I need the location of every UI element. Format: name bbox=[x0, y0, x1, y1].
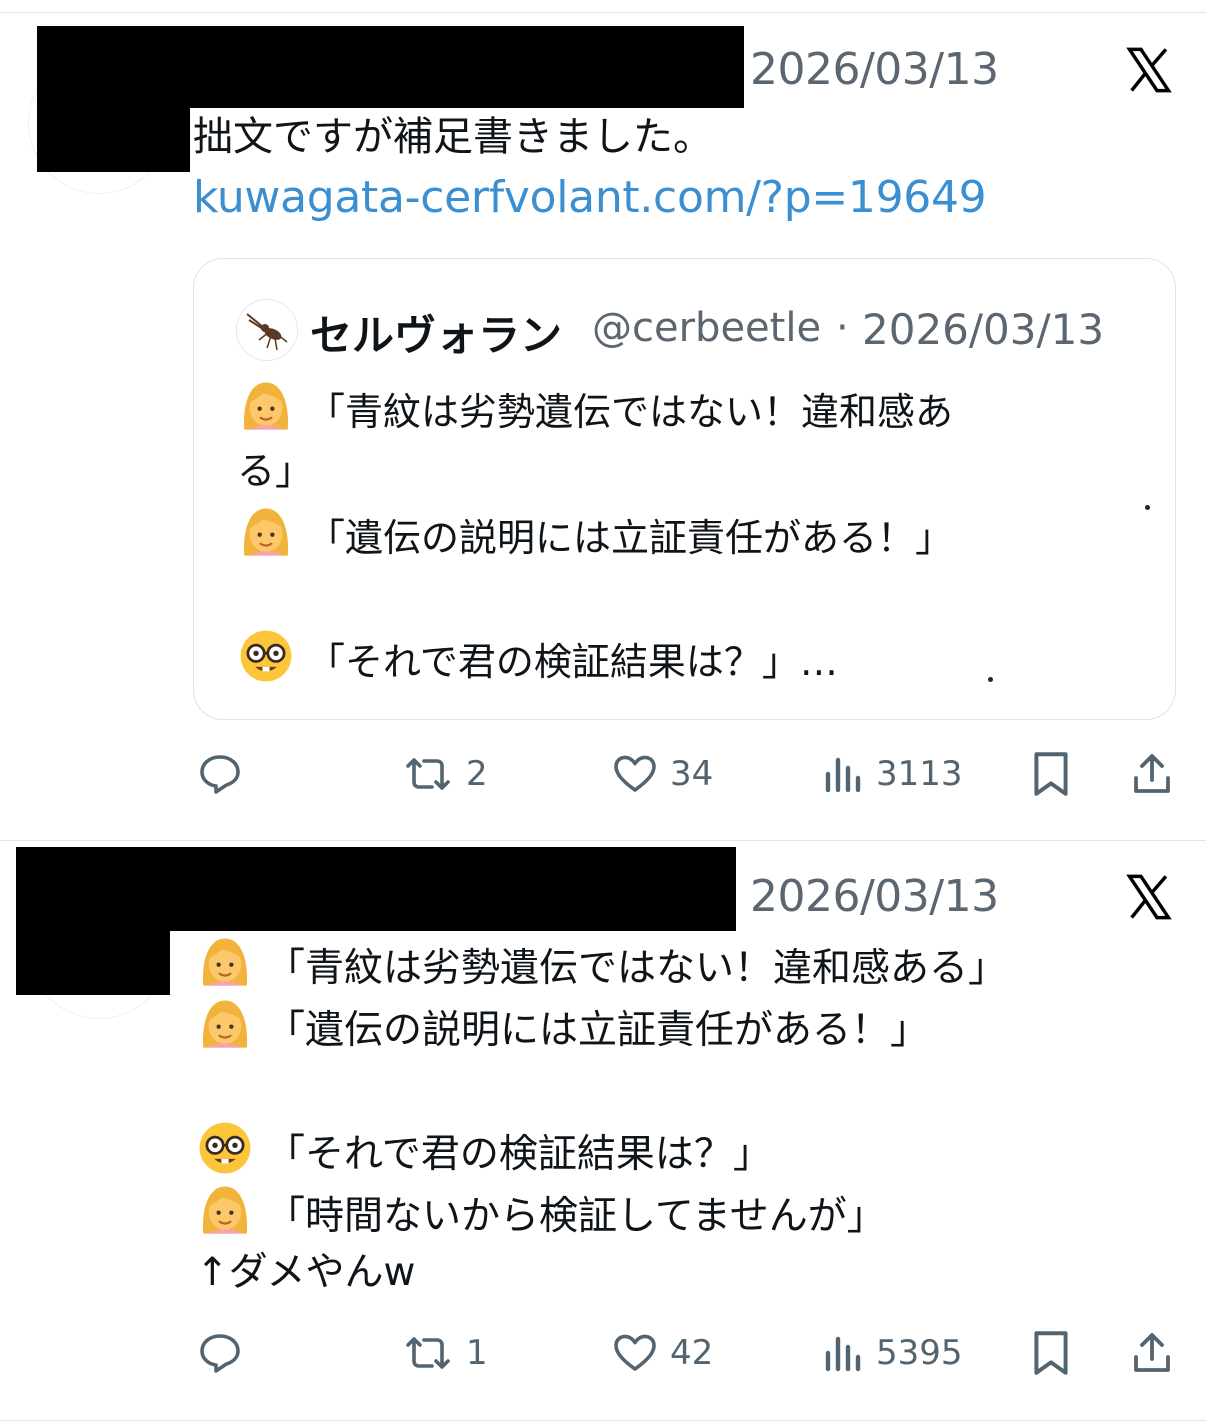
views-icon bbox=[825, 757, 861, 793]
reply-button[interactable] bbox=[196, 1323, 254, 1383]
views-count: 3113 bbox=[876, 754, 963, 794]
quote-avatar[interactable] bbox=[236, 299, 298, 361]
tweet-date[interactable]: 2026/03/13 bbox=[750, 871, 999, 922]
stray-dot bbox=[1145, 505, 1150, 510]
tweet-line: 「遺伝の説明には立証責任がある！」 bbox=[196, 995, 929, 1061]
share-button[interactable] bbox=[1128, 744, 1176, 804]
retweet-button[interactable]: 2 bbox=[400, 744, 488, 804]
views-button[interactable]: 5395 bbox=[822, 1323, 963, 1383]
reply-icon bbox=[200, 755, 240, 794]
woman-emoji-icon bbox=[196, 1181, 254, 1239]
bookmark-icon bbox=[1034, 1331, 1068, 1375]
bookmark-button[interactable] bbox=[1028, 744, 1074, 804]
redaction-bar bbox=[16, 929, 170, 995]
tweet-line: 「時間ないから検証してませんが」 bbox=[196, 1181, 886, 1247]
share-icon bbox=[1134, 1333, 1170, 1372]
quote-line: 「それで君の検証結果は？」… bbox=[237, 627, 838, 692]
tweet-actions: 1 42 5395 bbox=[0, 1323, 1206, 1383]
beetle-avatar-icon bbox=[246, 313, 288, 351]
redaction-bar bbox=[37, 26, 744, 108]
quote-line: 「遺伝の説明には立証責任がある！」 bbox=[237, 503, 953, 568]
views-icon bbox=[825, 1336, 861, 1372]
views-count: 5395 bbox=[876, 1333, 963, 1373]
reply-button[interactable] bbox=[196, 744, 254, 804]
quote-author-handle[interactable]: @cerbeetle bbox=[592, 305, 821, 351]
tweet-2[interactable]: 2026/03/13 「青紋は劣勢遺伝ではない！違和感ある」 「遺伝の説明には立… bbox=[0, 841, 1206, 1419]
tweet-link[interactable]: kuwagata-cerfvolant.com/?p=19649 bbox=[193, 172, 987, 223]
retweet-count: 1 bbox=[466, 1333, 488, 1373]
tweet-text: 拙文ですが補足書きました。 bbox=[193, 114, 713, 160]
separator-dot: · bbox=[836, 305, 849, 351]
stray-dot bbox=[988, 677, 993, 682]
woman-emoji-icon bbox=[196, 933, 254, 991]
like-count: 34 bbox=[670, 754, 714, 794]
redaction-bar bbox=[16, 847, 736, 931]
retweet-count: 2 bbox=[466, 754, 488, 794]
reply-icon bbox=[200, 1334, 240, 1373]
tweet-line: 「青紋は劣勢遺伝ではない！違和感ある」 bbox=[196, 933, 1007, 999]
woman-emoji-icon bbox=[237, 377, 295, 435]
quote-tweet-card[interactable]: セルヴォラン @cerbeetle · 2026/03/13 「青紋は劣勢遺伝で… bbox=[193, 258, 1176, 720]
tweet-line: 「それで君の検証結果は？」 bbox=[196, 1119, 772, 1185]
tweet-actions: 2 34 3113 bbox=[0, 744, 1206, 804]
quote-line: 「青紋は劣勢遺伝ではない！違和感あ bbox=[237, 377, 953, 442]
retweet-icon bbox=[406, 1337, 450, 1369]
nerd-face-emoji-icon bbox=[237, 627, 295, 685]
tweet-line: ↑ダメやんw bbox=[196, 1250, 416, 1295]
quote-author-name[interactable]: セルヴォラン bbox=[310, 302, 562, 363]
views-button[interactable]: 3113 bbox=[822, 744, 963, 804]
like-count: 42 bbox=[670, 1333, 714, 1373]
like-button[interactable]: 34 bbox=[610, 744, 713, 804]
heart-icon bbox=[614, 755, 656, 792]
tweet-1[interactable]: 2026/03/13 拙文ですが補足書きました。 kuwagata-cerfvo… bbox=[0, 14, 1206, 840]
bookmark-button[interactable] bbox=[1028, 1323, 1074, 1383]
x-logo-icon bbox=[1126, 47, 1172, 93]
redaction-bar bbox=[37, 106, 190, 172]
heart-icon bbox=[614, 1334, 656, 1371]
retweet-icon bbox=[406, 758, 450, 790]
share-icon bbox=[1134, 754, 1170, 793]
retweet-button[interactable]: 1 bbox=[400, 1323, 488, 1383]
quote-date[interactable]: 2026/03/13 bbox=[862, 305, 1104, 354]
woman-emoji-icon bbox=[237, 503, 295, 561]
nerd-face-emoji-icon bbox=[196, 1119, 254, 1177]
top-divider bbox=[0, 12, 1206, 13]
x-logo-icon bbox=[1126, 874, 1172, 920]
quote-line: る」 bbox=[237, 449, 314, 493]
like-button[interactable]: 42 bbox=[610, 1323, 713, 1383]
tweet-date[interactable]: 2026/03/13 bbox=[750, 44, 999, 95]
bookmark-icon bbox=[1034, 752, 1068, 796]
woman-emoji-icon bbox=[196, 995, 254, 1053]
share-button[interactable] bbox=[1128, 1323, 1176, 1383]
bottom-divider bbox=[0, 1420, 1206, 1421]
